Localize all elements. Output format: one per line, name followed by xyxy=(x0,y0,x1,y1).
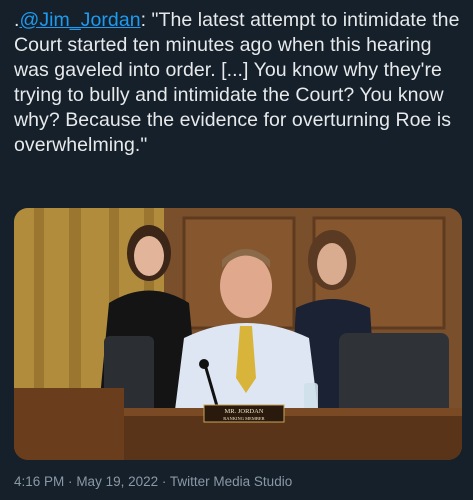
tweet-meta: 4:16 PM · May 19, 2022 · Twitter Media S… xyxy=(14,474,292,489)
tweet-text: .@Jim_Jordan: "The latest attempt to int… xyxy=(14,8,466,158)
meta-separator: · xyxy=(68,474,73,489)
nameplate-name: MR. JORDAN xyxy=(224,408,263,415)
tweet-body: : "The latest attempt to intimidate the … xyxy=(14,9,460,156)
mention-link[interactable]: @Jim_Jordan xyxy=(19,9,140,31)
tweet-date[interactable]: May 19, 2022 xyxy=(76,474,158,489)
tweet-media-video[interactable]: MR. JORDAN RANKING MEMBER xyxy=(14,208,462,460)
tweet-source[interactable]: Twitter Media Studio xyxy=(170,474,292,489)
nameplate-title: RANKING MEMBER xyxy=(223,416,264,421)
tweet-time[interactable]: 4:16 PM xyxy=(14,474,64,489)
meta-separator: · xyxy=(161,474,167,489)
hearing-scene-image: MR. JORDAN RANKING MEMBER xyxy=(14,208,462,460)
